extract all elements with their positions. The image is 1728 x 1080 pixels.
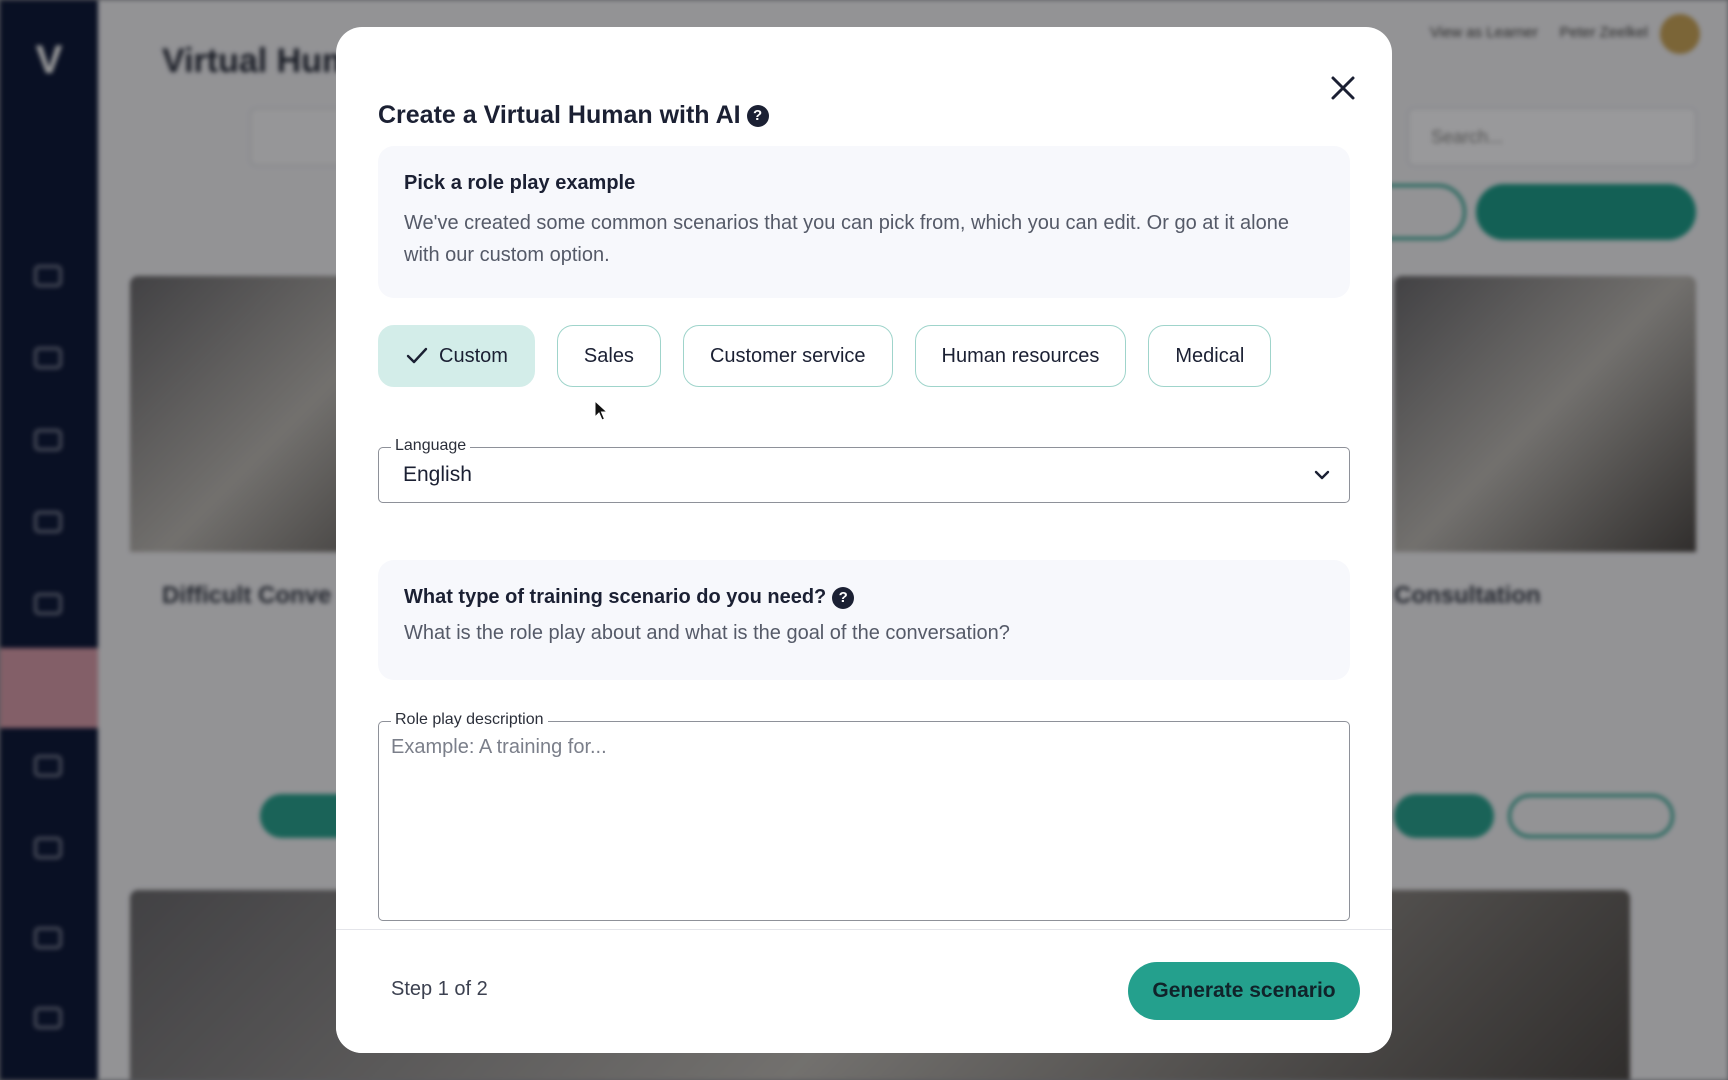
chip-customer-service[interactable]: Customer service [682, 325, 893, 387]
language-label: Language [391, 437, 471, 455]
check-icon [406, 347, 428, 364]
scenario-heading: What type of training scenario do you ne… [404, 586, 1324, 609]
role-play-description-label: Role play description [391, 711, 548, 729]
modal-footer: Step 1 of 2 Generate scenario [336, 929, 1392, 1053]
scenario-info-box: What type of training scenario do you ne… [378, 560, 1350, 680]
modal-title-text: Create a Virtual Human with AI [378, 101, 741, 129]
role-play-description-field: Role play description [378, 711, 1350, 921]
mouse-cursor-icon [594, 400, 608, 421]
chip-label: Custom [439, 344, 508, 367]
chip-label: Human resources [941, 344, 1100, 367]
chip-custom[interactable]: Custom [378, 325, 535, 387]
scenario-description: What is the role play about and what is … [404, 622, 1010, 644]
role-play-info-box: Pick a role play example We've created s… [378, 146, 1350, 298]
role-play-chips: Custom Sales Customer service Human reso… [378, 325, 1272, 387]
chip-human-resources[interactable]: Human resources [914, 325, 1127, 387]
language-value: English [403, 463, 472, 486]
close-button[interactable] [1324, 69, 1362, 107]
help-icon[interactable]: ? [832, 586, 855, 609]
chip-label: Customer service [709, 344, 866, 367]
chip-medical[interactable]: Medical [1148, 325, 1272, 387]
create-virtual-human-modal: Create a Virtual Human with AI ? Pick a … [336, 27, 1392, 1053]
step-indicator: Step 1 of 2 [391, 978, 488, 1000]
chip-label: Sales [583, 344, 634, 367]
role-play-description-input[interactable] [391, 736, 1331, 906]
generate-scenario-button[interactable]: Generate scenario [1128, 962, 1360, 1020]
scenario-heading-text: What type of training scenario do you ne… [404, 586, 827, 608]
chevron-down-icon [1314, 470, 1330, 480]
chip-sales[interactable]: Sales [556, 325, 661, 387]
modal-title: Create a Virtual Human with AI ? [378, 101, 769, 130]
role-play-heading: Pick a role play example [404, 172, 636, 194]
help-icon[interactable]: ? [746, 104, 769, 127]
chip-label: Medical [1175, 344, 1245, 367]
language-select[interactable]: Language English [378, 437, 1350, 503]
role-play-description: We've created some common scenarios that… [404, 212, 1289, 266]
close-icon [1331, 76, 1355, 100]
